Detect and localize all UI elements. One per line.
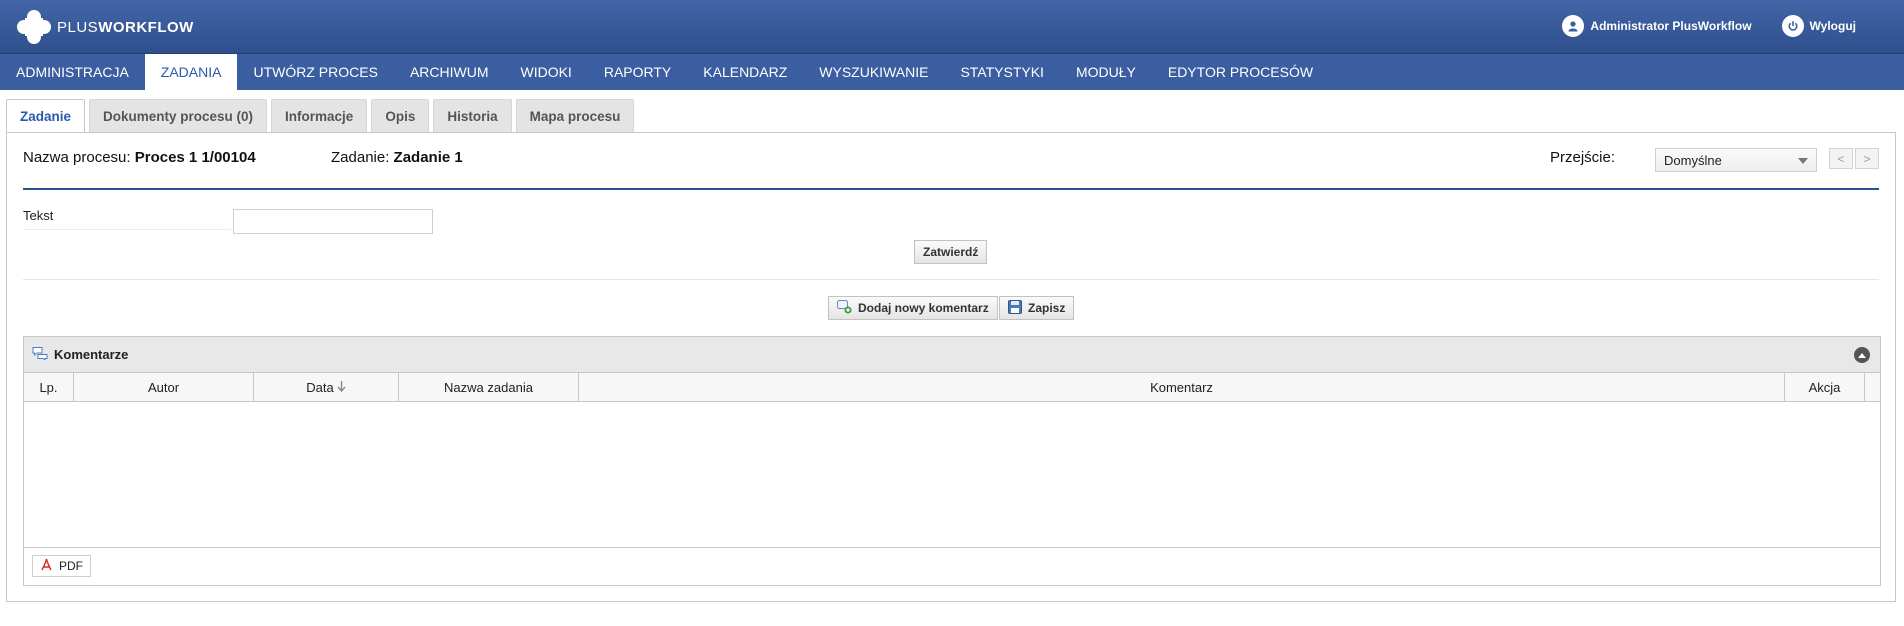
app-logo[interactable]: PLUSWORKFLOW — [17, 10, 194, 44]
pdf-icon — [40, 558, 53, 574]
user-name: Administrator PlusWorkflow — [1590, 19, 1752, 33]
tab-dokumenty-procesu[interactable]: Dokumenty procesu (0) — [89, 99, 268, 132]
transition-select-value: Domyślne — [1664, 153, 1722, 168]
add-comment-button[interactable]: Dodaj nowy komentarz — [828, 296, 998, 320]
user-profile-link[interactable]: Administrator PlusWorkflow — [1562, 15, 1752, 37]
nav-statystyki[interactable]: STATYSTYKI — [944, 54, 1060, 90]
column-spacer — [1865, 373, 1880, 401]
tab-opis[interactable]: Opis — [371, 99, 430, 132]
transition-label: Przejście: — [1550, 149, 1616, 166]
comments-footer: PDF — [24, 548, 1880, 584]
add-comment-icon — [837, 299, 852, 317]
column-akcja[interactable]: Akcja — [1785, 373, 1865, 401]
tab-mapa-procesu[interactable]: Mapa procesu — [515, 99, 635, 132]
task-name-value: Zadanie 1 — [393, 149, 463, 166]
header-divider — [23, 188, 1879, 190]
task-panel: Nazwa procesu: Proces 1 1/00104 Zadanie:… — [6, 132, 1896, 602]
comments-panel: Komentarze Lp. Autor Data Nazwa zadania … — [23, 336, 1881, 586]
nav-widoki[interactable]: WIDOKI — [504, 54, 587, 90]
nav-kalendarz[interactable]: KALENDARZ — [687, 54, 803, 90]
logo-text: PLUSWORKFLOW — [57, 19, 194, 36]
next-button[interactable]: > — [1855, 148, 1879, 169]
plus-logo-icon — [17, 10, 51, 44]
collapse-icon[interactable] — [1854, 347, 1870, 363]
comments-grid-header: Lp. Autor Data Nazwa zadania Komentarz A… — [24, 373, 1880, 402]
column-nazwa-zadania[interactable]: Nazwa zadania — [399, 373, 579, 401]
submit-label: Zatwierdź — [923, 245, 979, 259]
comments-header: Komentarze — [24, 337, 1880, 373]
comments-grid-body — [24, 402, 1880, 548]
logo-text-plus: PLUS — [57, 18, 99, 36]
nav-raporty[interactable]: RAPORTY — [588, 54, 687, 90]
task-name: Zadanie: Zadanie 1 — [331, 149, 463, 166]
task-tabs: Zadanie Dokumenty procesu (0) Informacje… — [6, 99, 635, 133]
logout-label: Wyloguj — [1809, 19, 1856, 33]
nav-wyszukiwanie[interactable]: WYSZUKIWANIE — [803, 54, 944, 90]
tab-zadanie[interactable]: Zadanie — [6, 99, 86, 133]
tab-informacje[interactable]: Informacje — [271, 99, 368, 132]
form-divider — [23, 279, 1879, 280]
text-input[interactable] — [233, 209, 433, 234]
comments-icon — [32, 346, 48, 363]
column-data[interactable]: Data — [254, 373, 399, 401]
tab-historia[interactable]: Historia — [433, 99, 512, 132]
top-header: PLUSWORKFLOW Administrator PlusWorkflow … — [0, 0, 1904, 54]
logo-text-workflow: WORKFLOW — [98, 18, 194, 36]
submit-button[interactable]: Zatwierdź — [914, 240, 988, 264]
column-lp[interactable]: Lp. — [24, 373, 74, 401]
save-icon — [1008, 299, 1022, 317]
column-autor[interactable]: Autor — [74, 373, 254, 401]
prev-button[interactable]: < — [1829, 148, 1853, 169]
process-name-label: Nazwa procesu: — [23, 149, 131, 166]
save-button[interactable]: Zapisz — [999, 296, 1075, 320]
nav-moduly[interactable]: MODUŁY — [1060, 54, 1152, 90]
nav-administracja[interactable]: ADMINISTRACJA — [0, 54, 145, 90]
column-data-label: Data — [306, 379, 334, 395]
save-label: Zapisz — [1028, 301, 1066, 315]
user-area: Administrator PlusWorkflow Wyloguj — [1562, 15, 1856, 37]
nav-utworz-proces[interactable]: UTWÓRZ PROCES — [237, 54, 393, 90]
process-name: Nazwa procesu: Proces 1 1/00104 — [23, 149, 256, 166]
text-field-label: Tekst — [23, 208, 231, 230]
user-icon — [1562, 15, 1585, 37]
column-komentarz[interactable]: Komentarz — [579, 373, 1785, 401]
transition-select[interactable]: Domyślne — [1655, 148, 1817, 172]
pdf-export-button[interactable]: PDF — [32, 555, 91, 577]
power-icon — [1781, 15, 1804, 37]
add-comment-label: Dodaj nowy komentarz — [858, 301, 989, 315]
process-name-value: Proces 1 1/00104 — [134, 149, 256, 166]
chevron-down-icon — [1798, 158, 1808, 164]
nav-zadania[interactable]: ZADANIA — [144, 54, 238, 90]
sort-down-icon — [337, 380, 346, 395]
logout-button[interactable]: Wyloguj — [1781, 15, 1856, 37]
nav-archiwum[interactable]: ARCHIWUM — [394, 54, 505, 90]
comments-title: Komentarze — [54, 347, 129, 362]
nav-edytor-procesow[interactable]: EDYTOR PROCESÓW — [1152, 54, 1329, 90]
task-name-label: Zadanie: — [331, 149, 390, 166]
pdf-label: PDF — [59, 559, 83, 573]
main-nav: ADMINISTRACJA ZADANIA UTWÓRZ PROCES ARCH… — [0, 54, 1904, 90]
